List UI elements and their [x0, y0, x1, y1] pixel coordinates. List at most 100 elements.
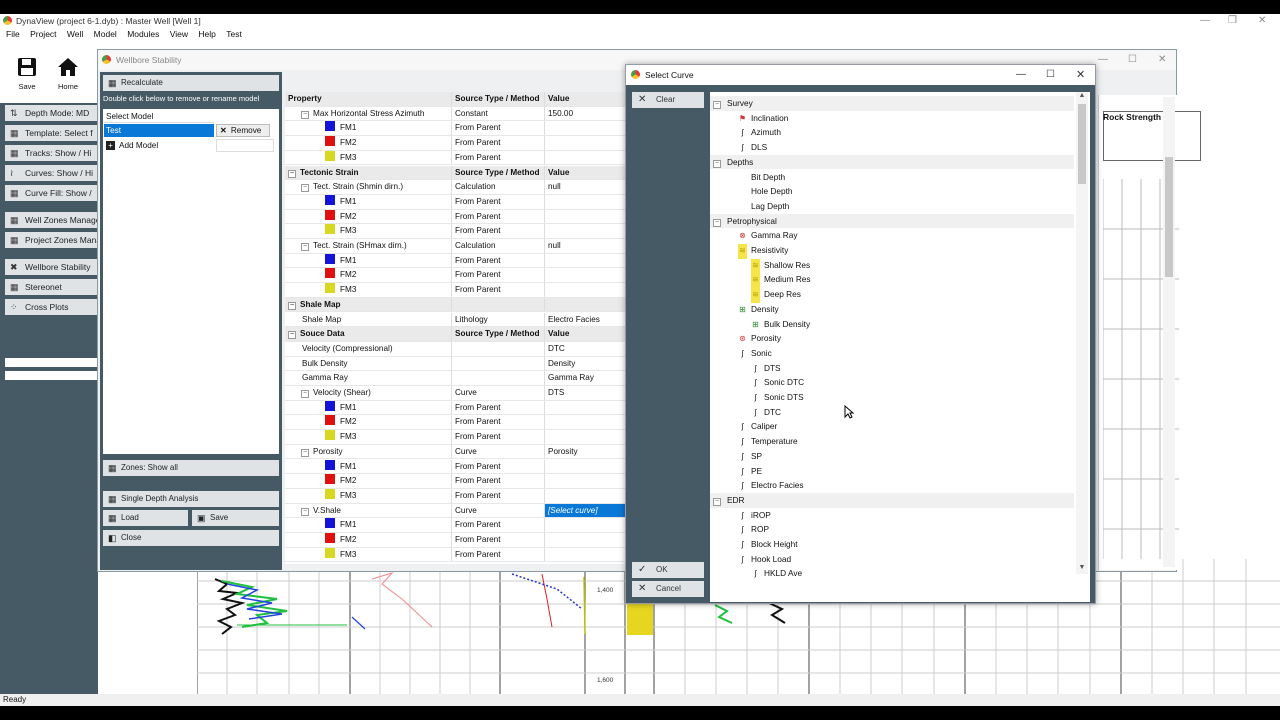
nav-wellbore-stability[interactable]: ✖ Wellbore Stability [5, 259, 97, 275]
grid-cell-value[interactable] [544, 209, 625, 224]
model-item-test[interactable]: Test [104, 124, 214, 137]
grid-cell-source[interactable]: Curve [451, 386, 544, 400]
single-depth-analysis-button[interactable]: ▦ Single Depth Analysis [103, 491, 279, 507]
collapse-icon[interactable]: − [301, 110, 309, 119]
tree-curve-item[interactable]: Hole Depth [738, 184, 793, 199]
grid-formation-row[interactable]: FM2 From Parent [285, 474, 625, 489]
tree-curve-item[interactable]: ≋ Deep Res [751, 287, 801, 303]
collapse-icon[interactable]: − [713, 218, 721, 227]
grid-cell-value[interactable] [544, 268, 625, 283]
grid-property-row[interactable]: − Max Horizontal Stress Azimuth Constant 15… [285, 106, 625, 122]
tree-curve-item[interactable]: Lag Depth [738, 199, 789, 214]
grid-property-row[interactable]: Bulk Density Density [285, 356, 625, 372]
wbs-vertical-scrollbar[interactable] [1163, 97, 1175, 567]
recalculate-button[interactable]: ▦ Recalculate [103, 75, 279, 91]
grid-cell-value[interactable] [544, 283, 625, 297]
tree-curve-item[interactable]: ʃ Hook Load [738, 552, 792, 567]
menu-modules[interactable]: Modules [127, 29, 159, 39]
nav-curve-fill[interactable]: ▦ Curve Fill: Show / [5, 185, 97, 201]
tree-curve-item[interactable]: ʃ Sonic [738, 346, 772, 361]
grid-formation-row[interactable]: FM1 From Parent [285, 518, 625, 533]
tree-curve-item[interactable]: ʃ DTC [751, 405, 781, 420]
grid-cell-source[interactable]: From Parent [451, 400, 544, 415]
nav-tracks[interactable]: ▦ Tracks: Show / Hi [5, 145, 97, 161]
grid-cell-value[interactable]: null [544, 180, 625, 194]
grid-cell-source[interactable]: Calculation [451, 239, 544, 253]
tree-curve-item[interactable]: ʃ Azimuth [738, 125, 781, 140]
close-icon[interactable]: ✕ [1076, 68, 1085, 82]
menu-file[interactable]: File [6, 29, 20, 39]
tree-curve-item[interactable]: ⊞ Bulk Density [751, 317, 810, 332]
grid-formation-row[interactable]: FM3 From Parent [285, 488, 625, 504]
grid-cell-source[interactable]: From Parent [451, 268, 544, 283]
grid-cell-value[interactable] [544, 547, 625, 562]
grid-cell-source[interactable]: From Parent [451, 430, 544, 444]
grid-formation-row[interactable]: FM1 From Parent [285, 194, 625, 210]
nav-template[interactable]: ▦ Template: Select f [5, 125, 97, 141]
add-model-button[interactable]: + Add Model [104, 139, 214, 152]
collapse-icon[interactable]: − [713, 101, 721, 109]
rename-field[interactable] [216, 139, 274, 152]
grid-cell-source[interactable] [451, 341, 544, 356]
tree-curve-item[interactable]: ⊗ Gamma Ray [738, 228, 797, 243]
tree-curve-item[interactable]: ʃ Temperature [738, 434, 798, 449]
wbs-save-button[interactable]: ▣ Save [192, 510, 279, 526]
nav-stereonet[interactable]: ▦ Stereonet [5, 279, 97, 295]
zones-button[interactable]: ▦ Zones: Show all [103, 460, 279, 476]
grid-cell-source[interactable]: From Parent [451, 194, 544, 209]
nav-curves[interactable]: ≀ Curves: Show / Hi [5, 165, 97, 181]
tree-curve-item[interactable]: ≋ Resistivity [738, 243, 788, 259]
grid-cell-value[interactable] [544, 488, 625, 503]
grid-cell-value[interactable] [544, 533, 625, 547]
collapse-icon[interactable]: − [301, 390, 309, 398]
grid-cell-source[interactable]: Constant [451, 106, 544, 121]
tree-curve-item[interactable]: ⚑ Inclination [738, 111, 788, 126]
grid-cell-source[interactable]: From Parent [451, 518, 544, 532]
grid-cell-source[interactable]: From Parent [451, 488, 544, 503]
grid-property-row[interactable]: − Velocity (Shear) Curve DTS [285, 386, 625, 401]
grid-cell-value[interactable] [544, 415, 625, 430]
ok-button[interactable]: ✓ OK [632, 562, 704, 578]
tree-curve-item[interactable]: ʃ Block Height [738, 537, 798, 552]
grid-cell-source[interactable]: From Parent [451, 150, 544, 165]
maximize-icon[interactable]: ☐ [1128, 53, 1137, 67]
tree-curve-item[interactable]: ≋ Medium Res [751, 272, 811, 289]
nav-cross-plots[interactable]: ⁘ Cross Plots [5, 299, 97, 315]
tree-curve-item[interactable]: ⊞ Density [738, 302, 779, 317]
grid-cell-source[interactable]: From Parent [451, 474, 544, 488]
grid-property-row[interactable]: − Tect. Strain (SHmax dirn.) Calculation nu… [285, 239, 625, 254]
save-button[interactable]: Save [12, 41, 42, 103]
grid-formation-row[interactable]: FM1 From Parent [285, 253, 625, 269]
tree-curve-item[interactable]: ʃ DTS [751, 361, 781, 376]
grid-formation-row[interactable]: FM2 From Parent [285, 136, 625, 151]
collapse-icon[interactable]: − [288, 169, 296, 178]
tree-curve-item[interactable]: ʃ Electro Facies [738, 478, 804, 493]
grid-cell-value[interactable]: 150.00 [544, 106, 625, 121]
grid-cell-source[interactable]: Curve [451, 503, 544, 518]
grid-property-row[interactable]: Shale Map Lithology Electro Facies [285, 312, 625, 328]
collapse-icon[interactable]: − [301, 184, 309, 193]
grid-formation-row[interactable]: FM3 From Parent [285, 547, 625, 563]
grid-cell-value[interactable] [544, 518, 625, 532]
tree-curve-item[interactable]: Bit Depth [738, 170, 785, 185]
menu-test[interactable]: Test [226, 29, 242, 39]
grid-cell-value[interactable]: Porosity [544, 444, 625, 459]
collapse-icon[interactable]: − [288, 331, 296, 340]
minimize-icon[interactable]: — [1016, 68, 1026, 82]
grid-formation-row[interactable]: FM1 From Parent [285, 459, 625, 475]
grid-section-row[interactable]: − Souce Data Source Type / Method Value [285, 327, 625, 342]
grid-cell-source[interactable] [451, 356, 544, 371]
load-button[interactable]: ▦ Load [103, 510, 188, 526]
tree-curve-item[interactable]: ʃ DLS [738, 140, 768, 155]
grid-cell-value[interactable]: DTS [544, 386, 625, 400]
grid-formation-row[interactable]: FM3 From Parent [285, 150, 625, 166]
grid-property-row[interactable]: Velocity (Compressional) DTC [285, 341, 625, 357]
tree-category[interactable]: − Petrophysical [710, 213, 1074, 229]
grid-cell-value[interactable]: DTC [544, 341, 625, 356]
grid-cell-value[interactable] [544, 400, 625, 415]
grid-formation-row[interactable]: FM1 From Parent [285, 121, 625, 137]
collapse-icon[interactable]: − [301, 507, 309, 516]
menu-help[interactable]: Help [198, 29, 215, 39]
home-button[interactable]: Home [53, 41, 83, 103]
grid-cell-value[interactable]: null [544, 239, 625, 253]
